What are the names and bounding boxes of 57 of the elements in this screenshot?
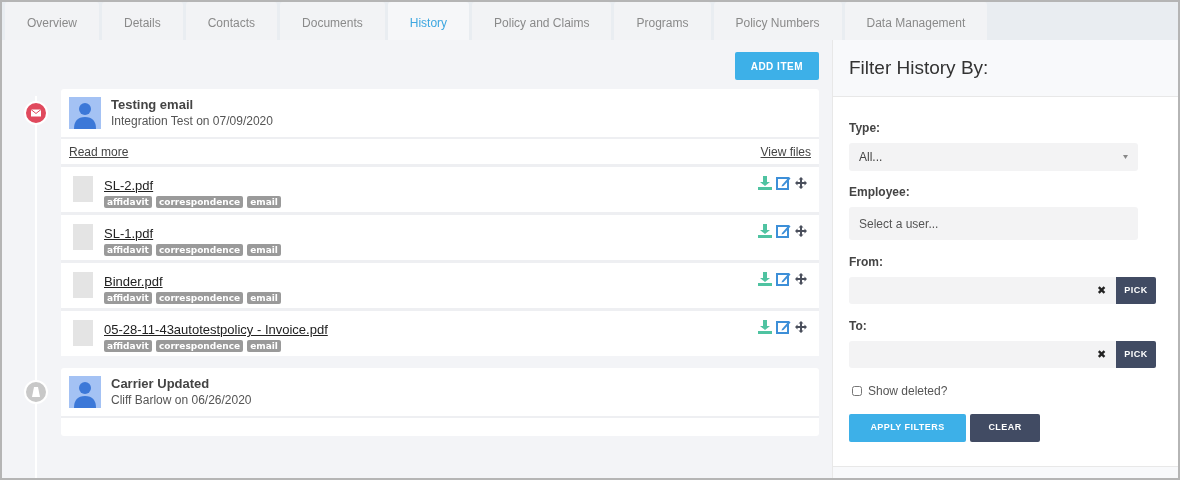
clear-date-icon[interactable]: ✖ — [1097, 346, 1106, 363]
document-icon — [73, 272, 93, 298]
file-link[interactable]: Binder.pdf — [104, 274, 758, 290]
tag: email — [247, 292, 281, 304]
tag: correspondence — [155, 340, 244, 352]
tag: correspondence — [155, 244, 244, 256]
file-link[interactable]: SL-2.pdf — [104, 178, 758, 194]
file-link[interactable]: SL-1.pdf — [104, 226, 758, 242]
employee-field[interactable]: Select a user... — [849, 207, 1138, 240]
download-icon[interactable] — [758, 224, 772, 238]
tag: email — [247, 196, 281, 208]
move-icon[interactable] — [795, 273, 807, 285]
event-byline: Integration Test on 07/09/2020 — [111, 113, 273, 129]
date-field[interactable]: ✖ — [849, 341, 1116, 368]
clear-date-icon[interactable]: ✖ — [1097, 282, 1106, 299]
tag: affidavit — [104, 340, 152, 352]
edit-icon[interactable] — [776, 320, 791, 334]
date-field[interactable]: ✖ — [849, 277, 1116, 304]
file-link[interactable]: 05-28-11-43autotestpolicy - Invoice.pdf — [104, 322, 758, 338]
move-icon[interactable] — [795, 225, 807, 237]
download-icon[interactable] — [758, 176, 772, 190]
type-label: Type: — [849, 120, 882, 137]
tag: affidavit — [104, 196, 152, 208]
event-title: Carrier Updated — [111, 376, 211, 392]
event-byline: Cliff Barlow on 06/26/2020 — [111, 392, 252, 408]
filter-title: Filter History By: — [849, 56, 989, 81]
document-icon — [73, 320, 93, 346]
document-icon — [73, 176, 93, 202]
caret-icon — [1123, 155, 1128, 159]
tag: email — [247, 340, 281, 352]
download-icon[interactable] — [758, 320, 772, 334]
edit-icon[interactable] — [776, 176, 791, 190]
employee-label: Employee: — [849, 184, 911, 201]
type-dropdown[interactable]: All... — [849, 143, 1138, 171]
move-icon[interactable] — [795, 177, 807, 189]
tag: email — [247, 244, 281, 256]
tag: correspondence — [155, 292, 244, 304]
avatar-icon — [69, 97, 101, 129]
view-files-link[interactable]: View files — [760, 142, 811, 161]
avatar-icon — [69, 376, 101, 408]
show-deleted-checkbox[interactable] — [852, 386, 862, 396]
event-title: Testing email — [111, 97, 195, 113]
show-deleted-label: Show deleted? — [868, 383, 948, 400]
tag: affidavit — [104, 244, 152, 256]
tag: affidavit — [104, 292, 152, 304]
move-icon[interactable] — [795, 321, 807, 333]
date-label: From: — [849, 254, 884, 271]
tag: correspondence — [155, 196, 244, 208]
clear-button[interactable]: CLEAR — [970, 414, 1040, 442]
edit-icon[interactable] — [776, 224, 791, 238]
download-icon[interactable] — [758, 272, 772, 286]
edit-icon[interactable] — [776, 272, 791, 286]
read-more-link[interactable]: Read more — [69, 142, 129, 161]
document-icon — [73, 224, 93, 250]
date-label: To: — [849, 318, 868, 335]
pick-button[interactable]: PICK — [1116, 341, 1156, 368]
pick-button[interactable]: PICK — [1116, 277, 1156, 304]
